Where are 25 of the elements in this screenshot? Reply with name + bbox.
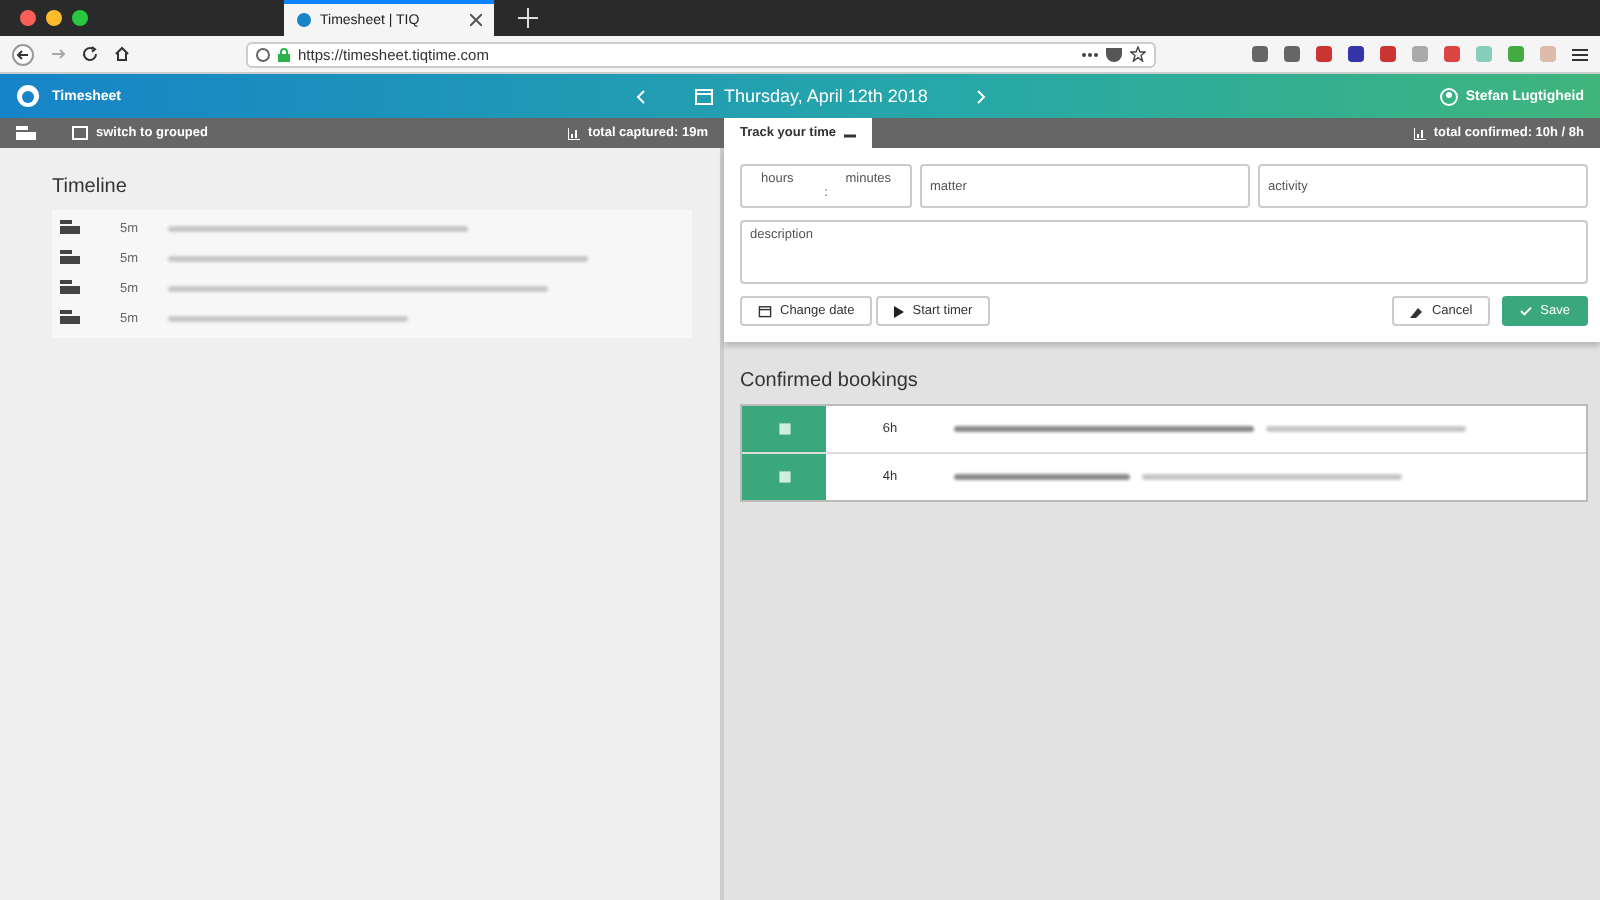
checkmark-icon xyxy=(1520,306,1533,316)
back-icon[interactable] xyxy=(12,43,34,65)
confirmed-bookings-title: Confirmed bookings xyxy=(740,370,920,392)
eraser-icon xyxy=(1409,305,1424,317)
reload-icon[interactable] xyxy=(82,46,98,62)
app-logo-icon xyxy=(296,12,312,28)
home-icon[interactable] xyxy=(114,46,130,62)
timeline-title: Timeline xyxy=(52,176,129,198)
more-icon[interactable] xyxy=(1082,51,1098,57)
bar-chart-icon xyxy=(568,127,581,139)
star-icon[interactable] xyxy=(1130,46,1146,62)
close-icon[interactable] xyxy=(470,14,482,26)
app-logo-icon xyxy=(16,84,40,108)
current-date: Thursday, April 12th 2018 xyxy=(724,86,928,106)
next-day-icon[interactable] xyxy=(975,89,986,103)
minimize-window-icon[interactable] xyxy=(46,10,62,26)
menu-icon[interactable] xyxy=(1572,47,1588,61)
bar-chart-icon xyxy=(1413,127,1426,139)
play-icon xyxy=(894,305,905,317)
previous-day-icon[interactable] xyxy=(636,89,646,103)
lock-icon xyxy=(278,47,290,61)
maximize-window-icon[interactable] xyxy=(72,10,88,26)
minimize-icon xyxy=(844,129,857,137)
user-icon xyxy=(1439,87,1458,105)
close-window-icon[interactable] xyxy=(20,10,36,26)
